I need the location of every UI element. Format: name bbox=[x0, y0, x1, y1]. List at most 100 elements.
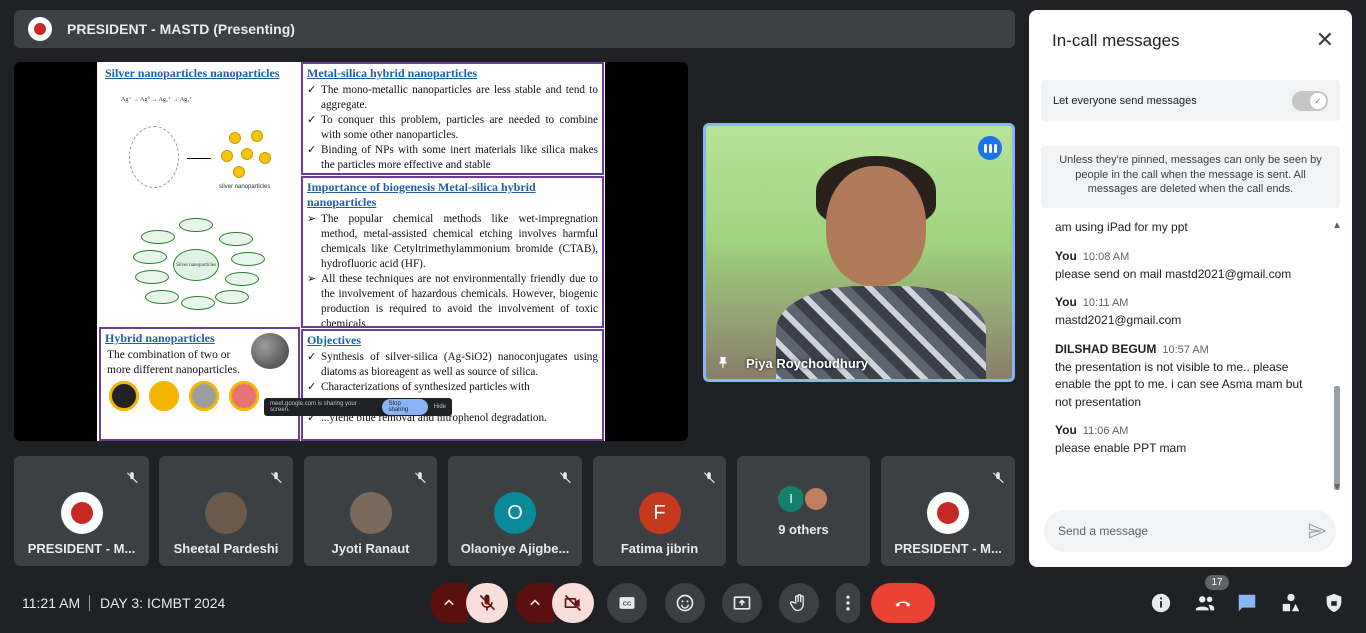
speaker-face bbox=[826, 166, 926, 286]
silver-caption: silver nanoparticles bbox=[219, 184, 271, 190]
mindmap-node bbox=[215, 290, 249, 304]
mic-off-icon bbox=[270, 472, 282, 484]
np-dot bbox=[233, 166, 245, 178]
chevron-up-icon bbox=[444, 599, 454, 606]
activities-icon[interactable] bbox=[1280, 592, 1302, 614]
send-messages-toggle[interactable]: ✓ bbox=[1292, 91, 1328, 111]
hide-button[interactable]: Hide bbox=[434, 404, 446, 410]
mindmap-center: Silver nanoparticles bbox=[173, 249, 219, 281]
arrow bbox=[187, 158, 211, 159]
stop-sharing-button[interactable]: Stop sharing bbox=[382, 399, 428, 415]
participant-tile[interactable]: F Fatima jibrin bbox=[593, 456, 726, 566]
message-sender: You bbox=[1055, 295, 1077, 309]
participant-name: Jyoti Ranaut bbox=[331, 541, 410, 556]
emoji-icon bbox=[676, 594, 694, 612]
message: You 10:08 AM please send on mail mastd202… bbox=[1041, 249, 1331, 284]
silver-heading: Silver nanoparticles nanoparticles bbox=[105, 66, 280, 80]
np-dot bbox=[241, 148, 253, 160]
meeting-name: DAY 3: ICMBT 2024 bbox=[100, 595, 226, 611]
importance-point: The popular chemical methods like wet-im… bbox=[307, 212, 598, 272]
chat-icon[interactable] bbox=[1236, 592, 1258, 614]
hybrid-type-c bbox=[189, 381, 219, 411]
sharing-text: meet.google.com is sharing your screen. bbox=[270, 401, 357, 413]
scrollbar[interactable] bbox=[1334, 386, 1340, 490]
silver-box: Silver nanoparticles nanoparticles Ag⁺ →… bbox=[99, 62, 300, 327]
speaker-name: Piya Roychoudhury bbox=[746, 356, 869, 371]
hybrid-type-a bbox=[109, 381, 139, 411]
objectives-heading: Objectives bbox=[307, 333, 361, 347]
mic-off-icon bbox=[126, 472, 138, 484]
people-icon[interactable] bbox=[1194, 592, 1216, 614]
speaking-indicator-icon bbox=[978, 136, 1002, 160]
message-time: 10:11 AM bbox=[1082, 297, 1129, 309]
present-button[interactable] bbox=[722, 583, 762, 623]
microphone-button[interactable] bbox=[466, 583, 508, 623]
pin-icon[interactable] bbox=[716, 355, 730, 371]
importance-point: All these techniques are not environment… bbox=[307, 272, 598, 326]
raise-hand-button[interactable] bbox=[779, 583, 819, 623]
message-time: 10:57 AM bbox=[1162, 343, 1209, 356]
mic-off-icon bbox=[559, 472, 571, 484]
speaker-tile[interactable]: Piya Roychoudhury bbox=[703, 123, 1015, 382]
participant-tile[interactable]: Jyoti Ranaut bbox=[304, 456, 437, 566]
others-count: 9 others bbox=[778, 522, 829, 537]
reduction-scheme: Ag⁺ → Ag⁰ → Ag₂⁺ → Ag₄⁺ bbox=[121, 97, 193, 103]
importance-box: Importance of biogenesis Metal-silica hy… bbox=[301, 176, 604, 328]
captions-button[interactable]: CC bbox=[607, 583, 647, 623]
message-time: 11:06 AM bbox=[1082, 425, 1129, 437]
info-icon[interactable] bbox=[1150, 592, 1172, 614]
metal-silica-box: Metal-silica hybrid nanoparticles The mo… bbox=[301, 62, 604, 175]
participant-name: PRESIDENT - M... bbox=[894, 541, 1002, 556]
metal-silica-point: The mono-metallic nanoparticles are less… bbox=[307, 83, 598, 113]
mindmap-node bbox=[145, 290, 179, 304]
participant-tile[interactable]: PRESIDENT - M... bbox=[14, 456, 149, 566]
more-options-button[interactable] bbox=[836, 583, 860, 623]
presentation-stage[interactable]: Silver nanoparticles nanoparticles Ag⁺ →… bbox=[14, 62, 688, 441]
host-controls-icon[interactable] bbox=[1323, 592, 1345, 614]
present-screen-icon bbox=[733, 596, 751, 610]
message-time: 10:08 AM bbox=[1082, 250, 1130, 263]
mindmap-node bbox=[133, 250, 167, 264]
mindmap-node bbox=[225, 272, 259, 286]
avatar: F bbox=[638, 492, 681, 534]
mindmap-node bbox=[219, 232, 253, 246]
hybrid-type-b bbox=[149, 381, 179, 411]
hand-icon bbox=[789, 594, 804, 612]
message: am using iPad for my ppt bbox=[1041, 219, 1331, 237]
scroll-up-icon[interactable]: ▲ bbox=[1332, 220, 1342, 231]
participant-tile[interactable]: Sheetal Pardeshi bbox=[159, 456, 293, 566]
camera-button[interactable] bbox=[552, 583, 594, 623]
message-input[interactable]: Send a message bbox=[1044, 510, 1336, 552]
np-dot bbox=[221, 150, 233, 162]
video-options-button[interactable] bbox=[516, 583, 554, 623]
objectives-point: Synthesis of silver-silica (Ag-SiO2) nan… bbox=[307, 350, 598, 380]
mic-off-icon bbox=[703, 472, 715, 484]
camera-off-icon bbox=[564, 594, 582, 612]
message-placeholder: Send a message bbox=[1058, 524, 1149, 538]
send-icon[interactable] bbox=[1308, 522, 1326, 540]
np-dot bbox=[259, 152, 271, 164]
reactions-button[interactable] bbox=[665, 583, 705, 623]
np-dot bbox=[251, 130, 263, 142]
mic-off-icon bbox=[479, 594, 496, 611]
people-count-badge: 17 bbox=[1205, 575, 1229, 590]
panel-title: In-call messages bbox=[1052, 31, 1180, 50]
message-text: please send on mail mastd2021@gmail.com bbox=[1055, 266, 1292, 281]
messages-list[interactable]: am using iPad for my ppt You 10:08 AM ple… bbox=[1041, 216, 1331, 496]
leave-call-button[interactable] bbox=[871, 583, 935, 623]
participant-tile[interactable]: PRESIDENT - M... bbox=[881, 456, 1015, 566]
audio-options-button[interactable] bbox=[430, 583, 468, 623]
np-dot bbox=[229, 132, 241, 144]
svg-text:CC: CC bbox=[623, 602, 632, 608]
captions-icon: CC bbox=[619, 597, 635, 609]
close-icon[interactable]: ✕ bbox=[1316, 29, 1334, 51]
presenting-bar: PRESIDENT - MASTD (Presenting) bbox=[14, 10, 1015, 48]
others-tile[interactable]: I 9 others bbox=[737, 456, 870, 566]
avatar bbox=[927, 492, 969, 534]
mic-off-icon bbox=[992, 472, 1004, 484]
chevron-up-icon bbox=[530, 599, 540, 606]
importance-list: The popular chemical methods like wet-im… bbox=[303, 212, 602, 326]
participant-tile[interactable]: O Olaoniye Ajigbe... bbox=[448, 456, 582, 566]
scroll-down-icon[interactable]: ▼ bbox=[1332, 482, 1342, 493]
avatar: I bbox=[778, 486, 804, 512]
